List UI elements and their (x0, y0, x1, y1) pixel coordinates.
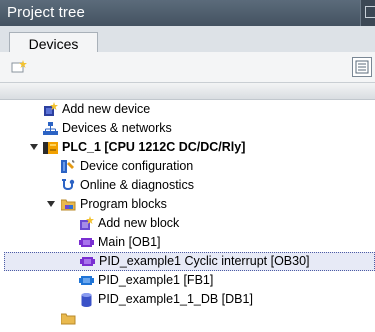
tree-toolbar (0, 52, 375, 82)
tree-item-label: Add new device (62, 102, 151, 116)
device-configuration-icon (61, 159, 76, 174)
fb-block-icon (79, 273, 94, 288)
tree-item-label: Program blocks (80, 197, 167, 211)
tree-item-main-ob1[interactable]: Main [OB1] (0, 233, 375, 252)
tree-item-label: Devices & networks (62, 121, 172, 135)
add-new-block-icon (79, 216, 94, 231)
tree-item-pid-cyclic-interrupt-ob30[interactable]: PID_example1 Cyclic interrupt [OB30] (4, 252, 375, 271)
tree-header-bar (0, 82, 375, 100)
expand-arrow-icon[interactable] (47, 201, 55, 207)
tree-item-label: PID_example1 [FB1] (98, 273, 214, 287)
plc-icon (43, 140, 58, 155)
project-tree: Add new device Devices & networks PLC_1 … (0, 100, 375, 325)
tree-item-label: Device configuration (80, 159, 194, 173)
add-new-device-icon (43, 102, 58, 117)
tab-strip: Devices (0, 26, 375, 54)
new-device-icon[interactable] (11, 60, 27, 74)
tree-item-partial[interactable] (0, 309, 375, 328)
tree-item-label: PID_example1 Cyclic interrupt [OB30] (99, 254, 310, 268)
tree-item-add-new-block[interactable]: Add new block (0, 214, 375, 233)
db-block-icon (79, 292, 94, 307)
online-diagnostics-icon (61, 178, 76, 193)
tree-item-pid-fb1[interactable]: PID_example1 [FB1] (0, 271, 375, 290)
panel-collapse-button[interactable] (360, 0, 375, 26)
tree-item-online-diagnostics[interactable]: Online & diagnostics (0, 176, 375, 195)
tree-item-devices-networks[interactable]: Devices & networks (0, 119, 375, 138)
tree-item-program-blocks[interactable]: Program blocks (0, 195, 375, 214)
panel-title: Project tree (7, 4, 85, 21)
project-tree-title-bar: Project tree (0, 0, 375, 26)
tree-item-add-new-device[interactable]: Add new device (0, 100, 375, 119)
ob-block-icon (80, 254, 95, 269)
tab-devices[interactable]: Devices (9, 32, 98, 54)
devices-networks-icon (43, 121, 58, 136)
tree-item-label: Add new block (98, 216, 180, 230)
collapse-icon (365, 6, 375, 18)
tree-item-pid-db1[interactable]: PID_example1_1_DB [DB1] (0, 290, 375, 309)
tree-item-label: Main [OB1] (98, 235, 161, 249)
expand-arrow-icon[interactable] (30, 144, 38, 150)
program-blocks-folder-icon (60, 197, 76, 212)
tree-item-label: PLC_1 [CPU 1212C DC/DC/Rly] (62, 140, 246, 154)
tree-item-label: PID_example1_1_DB [DB1] (98, 292, 253, 306)
tree-item-device-configuration[interactable]: Device configuration (0, 157, 375, 176)
program-blocks-folder-icon (60, 311, 76, 326)
ob-block-icon (79, 235, 94, 250)
tree-item-label: Online & diagnostics (80, 178, 194, 192)
detail-view-icon[interactable] (352, 57, 372, 77)
tree-item-plc-1[interactable]: PLC_1 [CPU 1212C DC/DC/Rly] (0, 138, 375, 157)
